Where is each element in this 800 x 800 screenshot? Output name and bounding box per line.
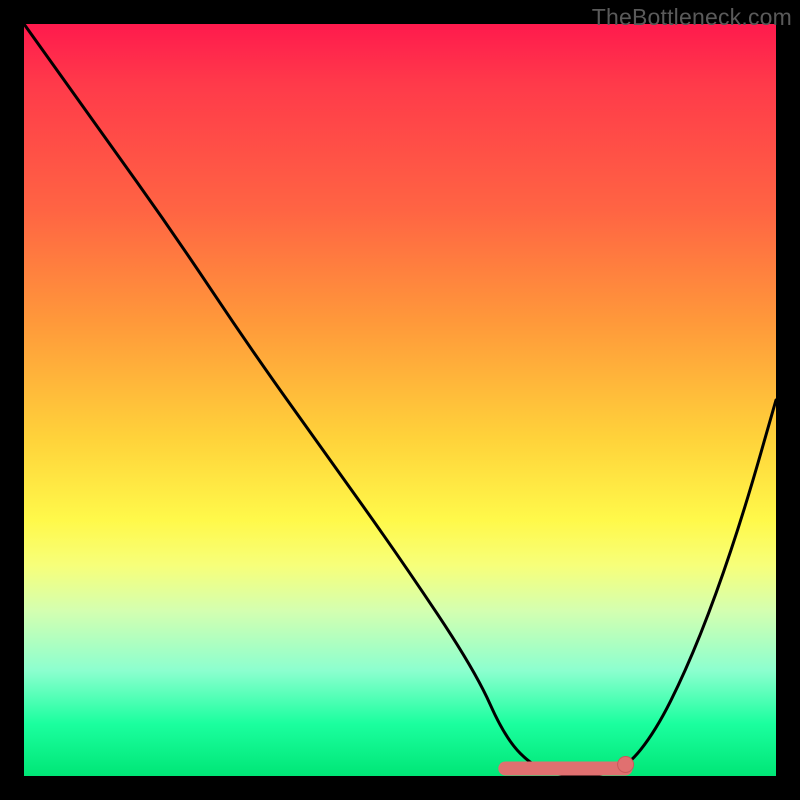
chart-frame: TheBottleneck.com [0, 0, 800, 800]
bottleneck-curve-line [24, 24, 776, 776]
watermark-text: TheBottleneck.com [592, 4, 792, 31]
chart-svg [24, 24, 776, 776]
curve-path [24, 24, 776, 776]
